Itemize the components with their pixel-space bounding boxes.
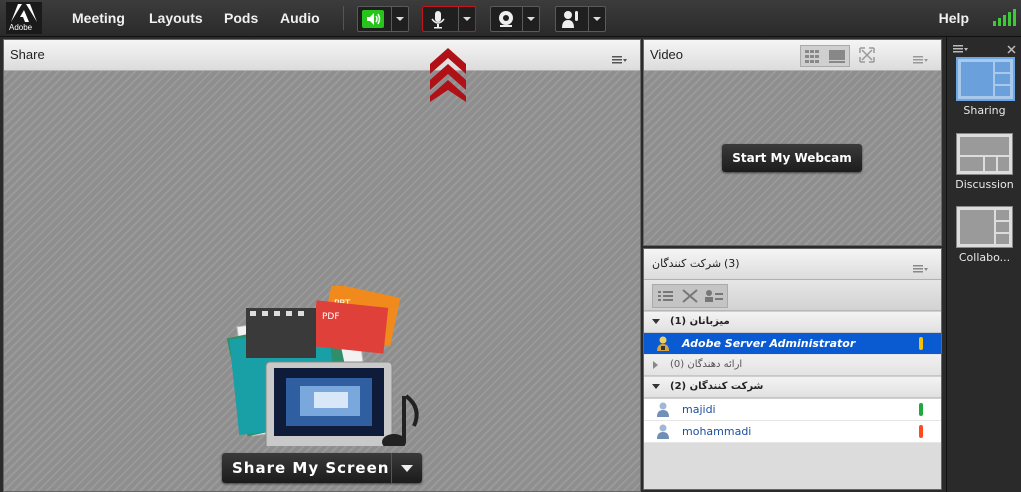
layouts-rail: Sharing Discussion Collabo... — [946, 37, 1021, 492]
expand-arrow-icon[interactable] — [652, 383, 660, 394]
collapsed-arrow-icon[interactable] — [652, 361, 660, 372]
status-indicator — [919, 425, 923, 438]
attendees-pod-title: شرکت کنندگان — [652, 257, 722, 270]
layout-thumb-discussion[interactable] — [956, 133, 1013, 175]
status-indicator — [919, 337, 923, 350]
microphone-button[interactable] — [422, 6, 476, 32]
section-hosts[interactable]: (1) میزبانان — [644, 312, 941, 333]
raise-hand-toggle[interactable] — [556, 7, 586, 31]
attendee-row-mohammadi[interactable]: mohammadi — [644, 421, 941, 443]
video-layout-toggle[interactable] — [800, 45, 850, 67]
attendee-row-admin[interactable]: Adobe Server Administrator — [644, 333, 941, 355]
microphone-toggle[interactable] — [423, 7, 453, 31]
share-media-illustration: PPT PDF — [216, 283, 426, 453]
video-pod-title: Video — [650, 47, 684, 62]
menu-audio[interactable]: Audio — [280, 0, 320, 36]
attendees-pod: شرکت کنندگان (3) (1) میزبانان Adobe Serv… — [643, 248, 942, 490]
attendee-name: majidi — [682, 403, 716, 416]
list-view-icon — [658, 291, 673, 301]
share-my-screen-label: Share My Screen — [232, 459, 390, 477]
video-pod: Video Start My Webcam — [643, 39, 942, 246]
layout-label-sharing[interactable]: Sharing — [947, 104, 1021, 117]
fullscreen-icon[interactable] — [858, 46, 876, 64]
share-pod: Share PPT PDF — [3, 39, 641, 492]
share-options-chevron-icon[interactable] — [391, 453, 422, 483]
menu-pods[interactable]: Pods — [224, 0, 258, 36]
section-presenters[interactable]: (0) ارائه دهندگان — [644, 355, 941, 376]
toolbar-divider — [343, 6, 344, 30]
attendees-pod-options-icon[interactable] — [913, 259, 929, 273]
speaker-button[interactable] — [357, 6, 409, 32]
microphone-dropdown-chevron-icon[interactable] — [458, 7, 475, 31]
layout-sharing-icon — [961, 62, 1010, 96]
attendees-empty-area — [644, 443, 941, 489]
layout-discussion-icon — [960, 137, 1009, 171]
webcam-icon — [499, 11, 513, 27]
status-view-icon — [705, 290, 723, 302]
speaker-toggle[interactable] — [358, 7, 388, 31]
logo-text: Adobe — [9, 23, 33, 32]
webcam-dropdown-chevron-icon[interactable] — [522, 7, 539, 31]
breakout-view-icon — [682, 289, 698, 303]
layout-thumb-collaboration[interactable] — [956, 206, 1013, 248]
webcam-toggle[interactable] — [491, 7, 521, 31]
attendee-name: Adobe Server Administrator — [682, 337, 856, 350]
rail-options-icon[interactable] — [953, 39, 969, 58]
layout-label-discussion[interactable]: Discussion — [947, 178, 1021, 191]
menu-help[interactable]: Help — [939, 0, 969, 36]
section-presenters-label: (0) ارائه دهندگان — [670, 359, 743, 370]
adobe-logo-icon — [11, 4, 37, 22]
share-pod-header: Share — [4, 40, 640, 71]
attendee-name: mohammadi — [682, 425, 752, 438]
menu-meeting[interactable]: Meeting — [72, 0, 125, 36]
mic-indicator-arrows-icon — [428, 46, 468, 102]
layout-label-collaboration[interactable]: Collabo... — [947, 251, 1021, 264]
rail-close-icon[interactable] — [1007, 39, 1016, 58]
share-pod-title: Share — [10, 47, 45, 62]
video-pod-header: Video — [644, 40, 941, 71]
start-my-webcam-button[interactable]: Start My Webcam — [722, 144, 862, 172]
grid-view-icon — [805, 50, 845, 63]
attendees-count: (3) — [724, 257, 740, 270]
speaker-dropdown-chevron-icon[interactable] — [391, 7, 408, 31]
menu-layouts[interactable]: Layouts — [149, 0, 203, 36]
status-dropdown-chevron-icon[interactable] — [588, 7, 605, 31]
video-pod-options-icon[interactable] — [913, 50, 929, 64]
speaker-icon — [362, 10, 384, 28]
attendees-view-toggle[interactable] — [652, 284, 728, 308]
expand-arrow-icon[interactable] — [652, 318, 660, 329]
microphone-icon — [431, 11, 445, 29]
share-my-screen-button[interactable]: Share My Screen — [222, 453, 422, 483]
layout-thumb-sharing[interactable] — [956, 57, 1015, 101]
status-indicator — [919, 403, 923, 416]
connection-strength-icon — [992, 8, 1016, 26]
attendee-row-majidi[interactable]: majidi — [644, 399, 941, 421]
status-button[interactable] — [555, 6, 606, 32]
raise-hand-icon — [562, 11, 578, 28]
section-hosts-label: (1) میزبانان — [670, 316, 730, 327]
webcam-button[interactable] — [490, 6, 540, 32]
host-user-icon — [656, 336, 670, 354]
pdf-label: PDF — [322, 312, 340, 322]
user-icon — [656, 402, 670, 420]
user-icon — [656, 424, 670, 442]
section-participants[interactable]: (2) شرکت کنندگان — [644, 377, 941, 398]
attendees-view-toolbar — [644, 280, 941, 311]
attendees-pod-header: شرکت کنندگان (3) — [644, 249, 941, 280]
share-pod-options-icon[interactable] — [612, 50, 628, 64]
section-participants-label: (2) شرکت کنندگان — [670, 381, 764, 392]
layout-collaboration-icon — [960, 210, 1009, 244]
adobe-logo: Adobe — [6, 2, 42, 34]
